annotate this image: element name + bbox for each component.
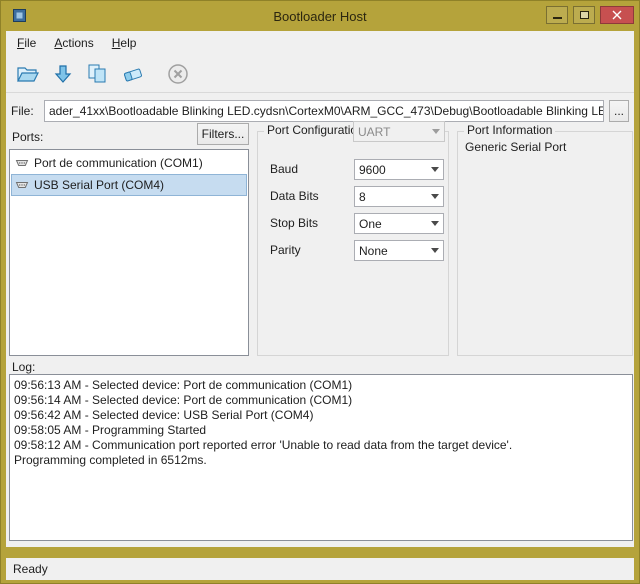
menu-file[interactable]: File: [8, 31, 45, 55]
protocol-dropdown: UART: [353, 121, 445, 142]
bootloader-host-window: Bootloader Host File Actions Help: [0, 0, 640, 584]
menu-help[interactable]: Help: [103, 31, 146, 55]
browse-button[interactable]: ...: [609, 100, 629, 122]
menu-actions[interactable]: Actions: [45, 31, 102, 55]
data-bits-dropdown[interactable]: 8: [354, 186, 444, 207]
maximize-icon: [580, 11, 589, 19]
stop-bits-dropdown[interactable]: One: [354, 213, 444, 234]
toolbar: [6, 55, 634, 93]
menubar: File Actions Help: [6, 31, 634, 55]
status-text: Ready: [13, 562, 48, 576]
baud-dropdown[interactable]: 9600: [354, 159, 444, 180]
log-line: 09:56:42 AM - Selected device: USB Seria…: [14, 408, 628, 423]
serial-port-icon: [15, 157, 29, 169]
log-line: 09:58:12 AM - Communication port reporte…: [14, 438, 628, 453]
chevron-down-icon: [427, 248, 443, 253]
port-item-label: Port de communication (COM1): [34, 156, 203, 170]
serial-port-icon: [15, 179, 29, 191]
titlebar: Bootloader Host: [1, 1, 639, 31]
progress-bar: [6, 547, 634, 558]
chevron-down-icon: [428, 129, 444, 134]
parity-label: Parity: [270, 240, 301, 261]
filters-button[interactable]: Filters...: [197, 123, 249, 145]
file-path-input[interactable]: ader_41xx\Bootloadable Blinking LED.cyds…: [44, 100, 604, 122]
abort-icon: [166, 62, 190, 86]
log-output[interactable]: 09:56:13 AM - Selected device: Port de c…: [9, 374, 633, 541]
ports-list[interactable]: Port de communication (COM1) USB Serial …: [9, 149, 249, 356]
program-button[interactable]: [47, 59, 79, 89]
minimize-button[interactable]: [546, 6, 568, 24]
port-item-com1[interactable]: Port de communication (COM1): [11, 152, 247, 174]
file-label: File:: [11, 104, 39, 118]
caption-buttons: [546, 6, 634, 24]
erase-button[interactable]: [117, 59, 149, 89]
stop-bits-row: Stop Bits One: [258, 213, 448, 234]
close-icon: [612, 10, 622, 20]
file-path-value: ader_41xx\Bootloadable Blinking LED.cyds…: [49, 104, 604, 118]
port-configuration-group: Port Configuration UART Baud 9600 Data B…: [257, 131, 449, 356]
file-row: File: ader_41xx\Bootloadable Blinking LE…: [11, 99, 629, 123]
port-information-text: Generic Serial Port: [465, 140, 566, 154]
log-label: Log:: [12, 360, 35, 374]
parity-dropdown[interactable]: None: [354, 240, 444, 261]
chevron-down-icon: [427, 221, 443, 226]
data-bits-row: Data Bits 8: [258, 186, 448, 207]
port-configuration-title: Port Configuration: [264, 123, 367, 137]
statusbar: Ready: [6, 558, 634, 580]
data-bits-label: Data Bits: [270, 186, 319, 207]
parity-row: Parity None: [258, 240, 448, 261]
log-line: 09:58:05 AM - Programming Started: [14, 423, 628, 438]
log-line: Programming completed in 6512ms.: [14, 453, 628, 468]
port-information-title: Port Information: [464, 123, 555, 137]
window-title: Bootloader Host: [1, 9, 639, 24]
client-area: File Actions Help: [6, 31, 634, 578]
verify-copy-icon: [86, 63, 110, 85]
program-arrow-icon: [52, 63, 74, 85]
port-information-group: Port Information Generic Serial Port: [457, 131, 633, 356]
port-item-com4[interactable]: USB Serial Port (COM4): [11, 174, 247, 196]
maximize-button[interactable]: [573, 6, 595, 24]
erase-icon: [121, 63, 145, 85]
abort-button: [162, 59, 194, 89]
app-icon: [12, 8, 27, 23]
ports-label: Ports:: [12, 130, 43, 144]
log-line: 09:56:14 AM - Selected device: Port de c…: [14, 393, 628, 408]
chevron-down-icon: [427, 167, 443, 172]
baud-row: Baud 9600: [258, 159, 448, 180]
close-button[interactable]: [600, 6, 634, 24]
stop-bits-label: Stop Bits: [270, 213, 318, 234]
verify-button[interactable]: [82, 59, 114, 89]
minimize-icon: [553, 17, 562, 19]
log-line: 09:56:13 AM - Selected device: Port de c…: [14, 378, 628, 393]
open-folder-icon: [16, 63, 40, 85]
port-item-label: USB Serial Port (COM4): [34, 178, 164, 192]
open-file-button[interactable]: [12, 59, 44, 89]
chevron-down-icon: [427, 194, 443, 199]
baud-label: Baud: [270, 159, 298, 180]
